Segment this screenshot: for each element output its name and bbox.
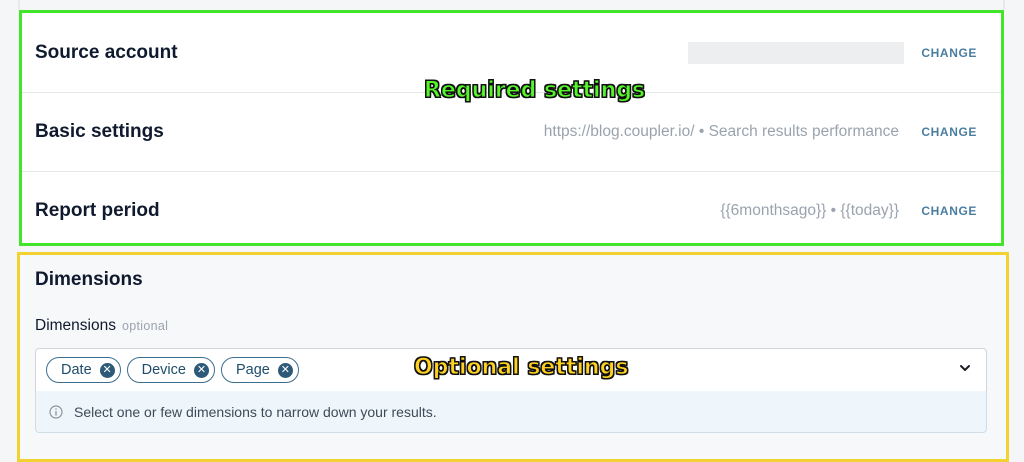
chip-label: Device bbox=[141, 362, 186, 378]
report-period-row: Report period {{6monthsago}} • {{today}}… bbox=[22, 171, 1001, 250]
row-title: Basic settings bbox=[35, 120, 164, 142]
chevron-down-icon[interactable] bbox=[958, 361, 972, 375]
section-heading: Dimensions bbox=[35, 269, 143, 290]
source-account-value-redacted bbox=[688, 41, 904, 64]
row-value: {{6monthsago}} • {{today}} bbox=[720, 201, 899, 219]
hint-message: Select one or few dimensions to narrow d… bbox=[35, 391, 987, 433]
required-settings-annotation: Required settings bbox=[423, 78, 646, 104]
change-source-account-button[interactable]: CHANGE bbox=[921, 46, 977, 60]
chip-page: Page ✕ bbox=[220, 357, 299, 383]
row-title: Source account bbox=[35, 41, 178, 63]
close-circle-icon[interactable]: ✕ bbox=[193, 362, 209, 378]
chip-label: Date bbox=[61, 362, 92, 378]
change-basic-settings-button[interactable]: CHANGE bbox=[921, 125, 977, 139]
chip-label: Page bbox=[235, 362, 270, 378]
optional-tag: optional bbox=[121, 319, 169, 333]
row-value: https://blog.coupler.io/ • Search result… bbox=[543, 122, 899, 140]
required-settings-panel: Source account CHANGE Basic settings htt… bbox=[19, 10, 1004, 246]
info-icon bbox=[49, 404, 63, 419]
close-circle-icon[interactable]: ✕ bbox=[277, 362, 293, 378]
row-title: Report period bbox=[35, 199, 160, 221]
optional-settings-annotation: Optional settings bbox=[413, 355, 629, 381]
basic-settings-row: Basic settings https://blog.coupler.io/ … bbox=[22, 92, 1001, 172]
selected-chips: Date ✕ Device ✕ Page ✕ bbox=[46, 357, 299, 383]
change-report-period-button[interactable]: CHANGE bbox=[921, 204, 977, 218]
close-circle-icon[interactable]: ✕ bbox=[99, 362, 115, 378]
field-label-text: Dimensions bbox=[35, 317, 116, 334]
hint-text: Select one or few dimensions to narrow d… bbox=[74, 403, 437, 420]
chip-date: Date ✕ bbox=[46, 357, 121, 383]
dimensions-field-label: Dimensions optional bbox=[35, 317, 168, 335]
chip-device: Device ✕ bbox=[126, 357, 215, 383]
